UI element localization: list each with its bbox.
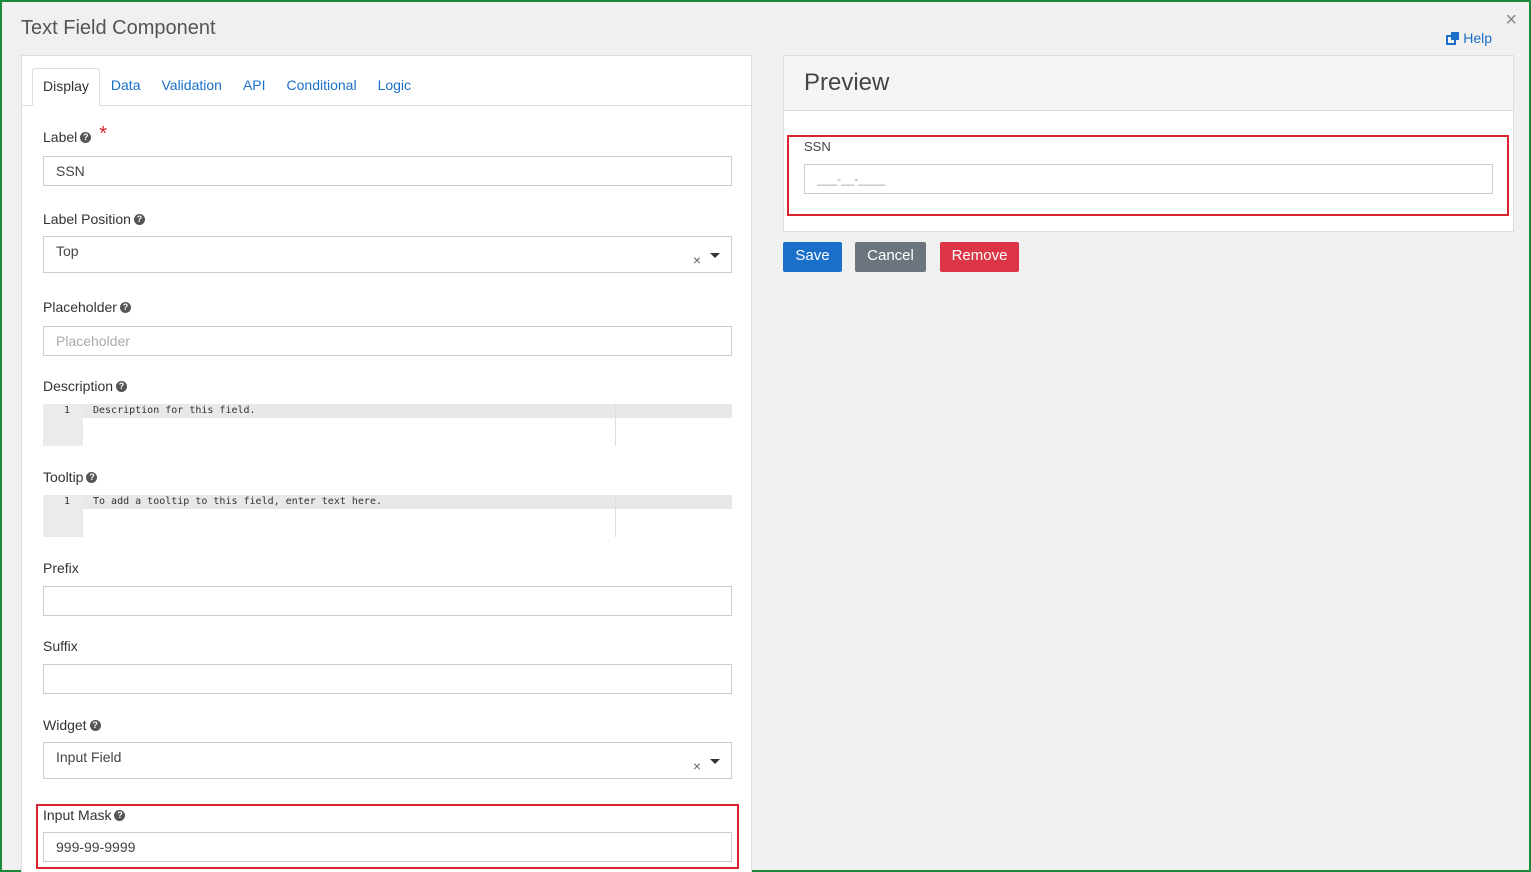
- label-input[interactable]: SSN: [43, 156, 732, 186]
- tooltip-label: Tooltip ?: [43, 469, 732, 485]
- help-label: Help: [1463, 30, 1492, 46]
- chevron-down-icon[interactable]: [710, 759, 720, 764]
- help-icon[interactable]: ?: [80, 131, 92, 143]
- remove-button[interactable]: Remove: [940, 242, 1019, 272]
- tooltip-text: Tooltip: [43, 469, 84, 485]
- tooltip-group: Tooltip ? 1 To add a tooltip to this fie…: [43, 469, 732, 537]
- cancel-button[interactable]: Cancel: [855, 242, 926, 272]
- description-label: Description ?: [43, 378, 732, 394]
- help-link[interactable]: Help: [1446, 30, 1492, 46]
- chevron-down-icon[interactable]: [710, 253, 720, 258]
- clear-icon[interactable]: ×: [693, 246, 701, 274]
- label-field-label: Label ? *: [43, 123, 732, 145]
- tab-api[interactable]: API: [233, 68, 276, 105]
- placeholder-label: Placeholder ?: [43, 299, 732, 315]
- preview-title: Preview: [784, 56, 1513, 111]
- help-icon[interactable]: ?: [114, 809, 126, 821]
- editor-code: To add a tooltip to this field, enter te…: [93, 496, 382, 507]
- settings-panel: Display Data Validation API Conditional …: [21, 55, 752, 872]
- input-mask-text: Input Mask: [43, 807, 112, 823]
- tab-logic[interactable]: Logic: [368, 68, 421, 105]
- label-group: Label ? * SSN: [43, 123, 732, 186]
- preview-panel: Preview SSN ___-__-____: [783, 55, 1514, 232]
- label-position-text: Label Position: [43, 211, 131, 227]
- help-icon[interactable]: ?: [116, 380, 128, 392]
- input-mask-label: Input Mask ?: [43, 807, 732, 823]
- placeholder-input[interactable]: Placeholder: [43, 326, 732, 356]
- tooltip-editor[interactable]: 1 To add a tooltip to this field, enter …: [43, 495, 732, 537]
- prefix-group: Prefix: [43, 560, 732, 616]
- input-mask-input[interactable]: 999-99-9999: [43, 832, 732, 862]
- tab-conditional[interactable]: Conditional: [277, 68, 367, 105]
- suffix-label: Suffix: [43, 638, 732, 654]
- clear-icon[interactable]: ×: [693, 752, 701, 780]
- label-position-select[interactable]: Top ×: [43, 236, 732, 273]
- suffix-input[interactable]: [43, 664, 732, 694]
- label-position-value: Top: [56, 243, 79, 259]
- description-text: Description: [43, 378, 114, 394]
- prefix-text: Prefix: [43, 560, 79, 576]
- placeholder-group: Placeholder ? Placeholder: [43, 299, 732, 356]
- suffix-text: Suffix: [43, 638, 78, 654]
- help-icon[interactable]: ?: [86, 471, 98, 483]
- print-margin: [615, 495, 616, 537]
- widget-select[interactable]: Input Field ×: [43, 742, 732, 779]
- tab-display[interactable]: Display: [32, 68, 100, 106]
- input-mask-group: Input Mask ? 999-99-9999: [43, 807, 732, 862]
- close-icon[interactable]: ×: [1505, 10, 1517, 30]
- prefix-label: Prefix: [43, 560, 732, 576]
- save-button[interactable]: Save: [783, 242, 842, 272]
- tab-validation[interactable]: Validation: [151, 68, 231, 105]
- help-icon[interactable]: ?: [89, 719, 101, 731]
- line-number: 1: [63, 496, 70, 507]
- external-link-icon: [1446, 32, 1460, 45]
- label-text: Label: [43, 129, 78, 145]
- description-group: Description ? 1 Description for this fie…: [43, 378, 732, 446]
- description-editor[interactable]: 1 Description for this field.: [43, 404, 732, 446]
- help-icon[interactable]: ?: [133, 213, 145, 225]
- editor-code: Description for this field.: [93, 405, 256, 416]
- label-position-group: Label Position ? Top ×: [43, 211, 732, 273]
- widget-label: Widget ?: [43, 717, 732, 733]
- tab-bar: Display Data Validation API Conditional …: [22, 56, 751, 106]
- line-number: 1: [63, 405, 70, 416]
- placeholder-text: Placeholder: [43, 299, 117, 315]
- help-icon[interactable]: ?: [119, 301, 131, 313]
- print-margin: [615, 404, 616, 446]
- tab-data[interactable]: Data: [101, 68, 151, 105]
- preview-ssn-input[interactable]: ___-__-____: [804, 164, 1493, 194]
- widget-value: Input Field: [56, 749, 122, 765]
- suffix-group: Suffix: [43, 638, 732, 694]
- widget-group: Widget ? Input Field ×: [43, 717, 732, 779]
- label-position-label: Label Position ?: [43, 211, 732, 227]
- dialog-title: Text Field Component: [21, 17, 216, 39]
- widget-text: Widget: [43, 717, 87, 733]
- preview-field-label: SSN: [804, 139, 831, 154]
- prefix-input[interactable]: [43, 586, 732, 616]
- required-icon: *: [99, 123, 108, 145]
